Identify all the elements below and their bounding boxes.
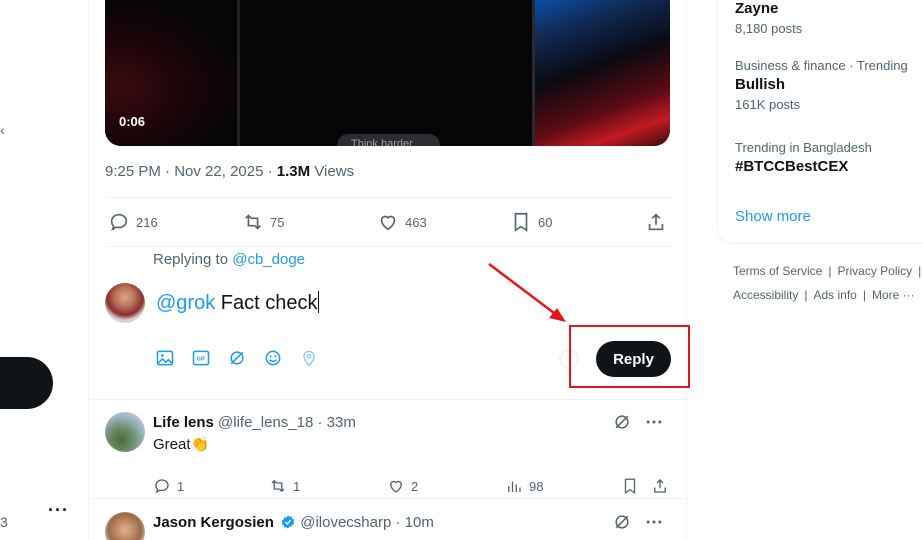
- post-button-edge[interactable]: [0, 357, 53, 409]
- compose-toolbar: GIF: [155, 348, 319, 368]
- share-action[interactable]: [651, 477, 669, 495]
- svg-text:GIF: GIF: [196, 357, 206, 363]
- comment-author: Life lens @life_lens_18 · 33m: [153, 414, 356, 431]
- comment-time[interactable]: 33m: [327, 414, 356, 431]
- location-icon[interactable]: [299, 348, 319, 368]
- trend-item[interactable]: Zayne 8,180 posts: [735, 0, 802, 36]
- show-more-link[interactable]: Show more: [735, 208, 811, 225]
- trend-title: Bullish: [735, 76, 786, 93]
- like-action[interactable]: 2: [387, 477, 418, 495]
- emoji-icon[interactable]: [263, 348, 283, 368]
- image-icon[interactable]: [155, 348, 175, 368]
- post-date[interactable]: Nov 22, 2025: [174, 163, 263, 180]
- bookmark-icon: [514, 212, 528, 232]
- bookmark-action[interactable]: [621, 477, 639, 495]
- repost-count: 1: [293, 478, 301, 494]
- repost-action[interactable]: 1: [269, 477, 300, 495]
- post-time[interactable]: 9:25 PM: [105, 163, 161, 180]
- trend-category: Trending in Bangladesh: [735, 140, 872, 155]
- trend-title: #BTCCBestCEX: [735, 158, 849, 175]
- footer-links-row-2: Accessibility | Ads info | More ···: [733, 288, 915, 302]
- views-count: 98: [529, 478, 544, 494]
- account-more-icon[interactable]: ···: [48, 500, 69, 521]
- comment-actions: 1 1 2 98: [153, 477, 672, 497]
- bookmark-count: 60: [538, 214, 553, 230]
- footer-link[interactable]: Privacy Policy: [837, 264, 912, 278]
- verified-badge-icon: [281, 515, 295, 529]
- like-count: 2: [411, 478, 419, 494]
- trend-title: Zayne: [735, 0, 779, 17]
- replying-to-handle[interactable]: @cb_doge: [232, 251, 305, 268]
- footer-link[interactable]: More ···: [872, 288, 915, 302]
- grok-icon[interactable]: [612, 412, 632, 432]
- video-player[interactable]: 0:06 Think harder: [105, 0, 670, 146]
- heart-icon: [390, 480, 402, 493]
- like-action[interactable]: 463: [377, 211, 427, 233]
- text-caret: [318, 291, 320, 313]
- author-name[interactable]: Life lens: [153, 414, 214, 431]
- reply-count: 216: [136, 214, 158, 230]
- trend-item[interactable]: Trending in Bangladesh #BTCCBestCEX: [735, 140, 872, 175]
- avatar[interactable]: [105, 512, 145, 540]
- replying-to-label: Replying to: [153, 251, 229, 268]
- grok-icon[interactable]: [612, 512, 632, 532]
- avatar[interactable]: [105, 283, 145, 323]
- author-name[interactable]: Jason Kergosien: [153, 514, 274, 531]
- trend-category: Business & finance · Trending: [735, 58, 908, 73]
- grok-icon[interactable]: [227, 348, 247, 368]
- author-handle[interactable]: @ilovecsharp: [300, 514, 391, 531]
- footer-links-row-1: Terms of Service | Privacy Policy |: [733, 264, 922, 278]
- repost-icon: [271, 479, 285, 493]
- heart-icon: [380, 215, 396, 231]
- gif-icon[interactable]: GIF: [191, 348, 211, 368]
- repost-action[interactable]: 75: [242, 211, 284, 233]
- comment-author: Jason Kergosien @ilovecsharp · 10m: [153, 514, 434, 531]
- reply-action[interactable]: 216: [108, 211, 158, 233]
- views-icon: [508, 481, 521, 492]
- reply-icon: [155, 479, 169, 494]
- footer-link[interactable]: Accessibility: [733, 288, 798, 302]
- reply-mention: @grok: [156, 292, 216, 314]
- bookmark-action[interactable]: 60: [510, 211, 552, 233]
- share-icon: [648, 213, 664, 231]
- trend-count: 161K posts: [735, 97, 801, 112]
- comment-text: Great👏: [153, 436, 210, 453]
- reply-input[interactable]: @grok Fact check: [156, 291, 320, 315]
- trends-panel: Zayne 8,180 posts Business & finance · T…: [717, 0, 923, 244]
- video-overlay-label: Think harder: [351, 138, 413, 146]
- share-icon: [654, 479, 666, 493]
- avatar[interactable]: [105, 412, 145, 452]
- views-count: 1.3M: [276, 163, 311, 180]
- views-label: Views: [314, 163, 355, 180]
- video-right-panel: [535, 0, 670, 146]
- trend-item[interactable]: Business & finance · Trending Bullish 16…: [735, 58, 908, 112]
- post-meta: 9:25 PM · Nov 22, 2025 · 1.3M Views: [105, 163, 355, 180]
- nav-edge-mark: ‹: [0, 122, 5, 138]
- more-icon[interactable]: [644, 412, 664, 432]
- account-edge-text: 3: [0, 514, 8, 530]
- repost-count: 75: [270, 214, 285, 230]
- author-handle[interactable]: @life_lens_18: [218, 414, 313, 431]
- reply-count: 1: [177, 478, 185, 494]
- footer-link[interactable]: Terms of Service: [733, 264, 822, 278]
- comment-time[interactable]: 10m: [405, 514, 434, 531]
- trend-count: 8,180 posts: [735, 21, 803, 36]
- annotation-highlight-box: [569, 325, 690, 388]
- footer-link[interactable]: Ads info: [813, 288, 856, 302]
- share-action[interactable]: [645, 211, 667, 233]
- like-count: 463: [405, 214, 427, 230]
- post-actions: 216 75 463 60: [105, 211, 672, 235]
- views-action[interactable]: 98: [505, 477, 543, 495]
- video-overlay-pill: Think harder: [337, 134, 440, 146]
- replying-to: Replying to @cb_doge: [153, 251, 305, 268]
- repost-icon: [245, 214, 261, 230]
- main-column: 0:06 Think harder 9:25 PM · Nov 22, 2025…: [88, 0, 688, 540]
- reply-icon: [110, 213, 128, 232]
- bookmark-icon: [624, 478, 636, 495]
- video-timestamp: 0:06: [119, 114, 146, 129]
- reply-text: Fact check: [215, 292, 318, 314]
- more-icon[interactable]: [644, 512, 664, 532]
- reply-action[interactable]: 1: [153, 477, 184, 495]
